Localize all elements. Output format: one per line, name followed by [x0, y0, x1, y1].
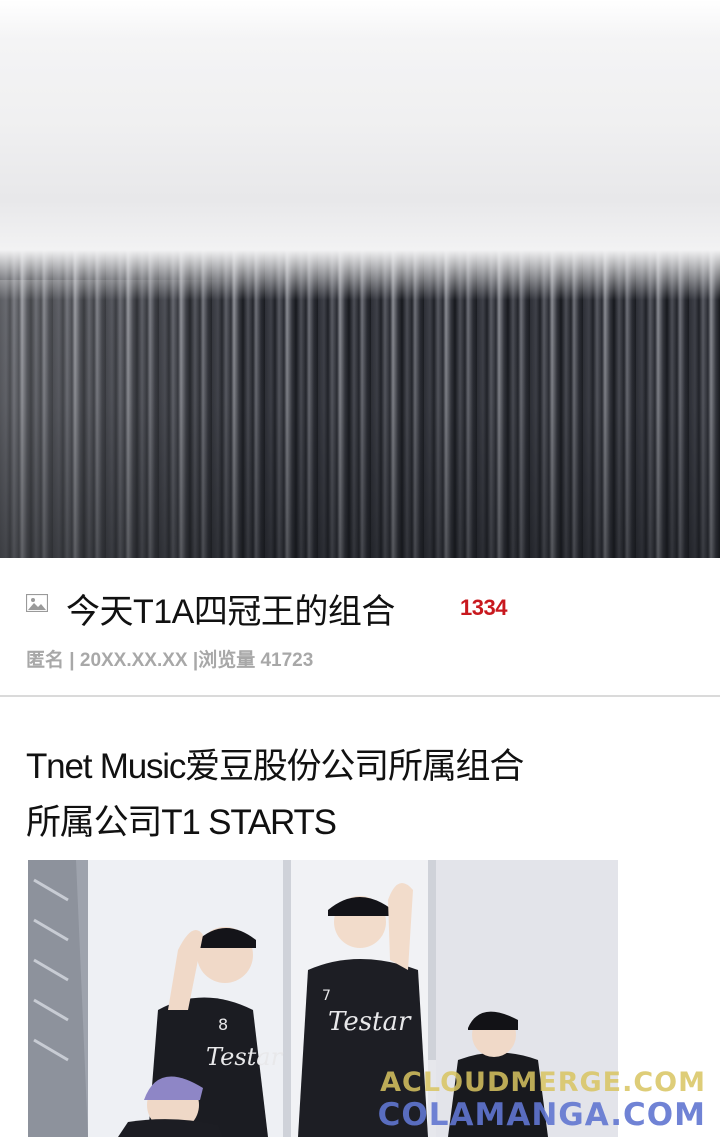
watermark-line-2: COLAMANGA.COM	[377, 1097, 706, 1133]
jersey-text-center: Testar	[328, 1007, 412, 1037]
hero-shade	[0, 300, 720, 558]
body-line-1: Tnet Music爱豆股份公司所属组合	[26, 747, 524, 786]
body-line-2: 所属公司T1 STARTS	[26, 803, 337, 842]
divider	[0, 695, 720, 697]
comment-count: 1334	[460, 595, 507, 620]
watermark-line-1: ACLOUDMERGE.COM	[380, 1067, 706, 1098]
jersey-number-center: 7	[322, 988, 331, 1004]
image-icon	[26, 594, 48, 612]
jersey-text-left: Testar	[206, 1043, 284, 1071]
jersey-number-left: 8	[218, 1015, 228, 1034]
post-meta: 匿名 | 20XX.XX.XX |浏览量 41723	[26, 650, 314, 671]
post-title[interactable]: 今天T1A四冠王的组合	[66, 584, 395, 633]
